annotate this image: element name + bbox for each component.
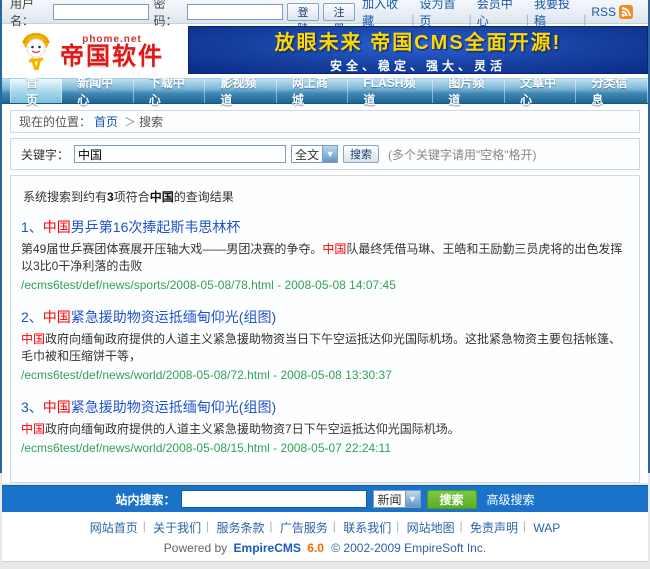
version-label: 6.0 <box>307 541 324 555</box>
result-description: 第49届世乒赛团体赛展开压轴大戏——男团决赛的争夺。中国队最终凭借马琳、王皓和王… <box>21 241 629 275</box>
search-hint: (多个关键字请用"空格"格开) <box>388 146 537 163</box>
ad-banner[interactable]: 放眼未来 帝国CMS全面开源! 安全、稳定、强大、灵活 <box>188 26 648 74</box>
search-result-item: 1、中国男乒第16次捧起斯韦思林杯 第49届世乒赛团体赛展开压轴大戏——男团决赛… <box>21 217 629 292</box>
empirecms-brand: EmpireCMS <box>234 541 301 555</box>
member-center-link[interactable]: 会员中心 <box>470 0 527 29</box>
chevron-down-icon: ▼ <box>322 146 337 162</box>
banner-title: 放眼未来 帝国CMS全面开源! <box>275 26 562 55</box>
result-url[interactable]: /ecms6test/def/news/sports/2008-05-08/78… <box>21 278 629 292</box>
topbar-links: 加入收藏 设为首页 会员中心 我要投稿 RSS <box>355 0 640 29</box>
site-search-bar: 站内搜索： 新闻 ▼ 搜索 高级搜索 <box>2 485 648 512</box>
search-form: 关键字： 全文 ▼ 搜索 (多个关键字请用"空格"格开) <box>10 138 640 170</box>
page: 用户名： 密码： 登陆 注册 加入收藏 设为首页 会员中心 我要投稿 RSS <box>0 0 650 473</box>
keyword-input[interactable] <box>74 145 286 163</box>
nav-tab-video[interactable]: 影视频道 <box>205 79 277 103</box>
main-nav: 首页 新闻中心 下载中心 影视频道 网上商城 FLASH频道 图片频道 文章中心… <box>2 78 648 104</box>
breadcrumb-current: 搜索 <box>139 113 163 130</box>
footer-link-home[interactable]: 网站首页 <box>84 521 144 535</box>
search-button[interactable]: 搜索 <box>343 145 379 163</box>
content: 现在的位置： 首页 ＞ 搜索 关键字： 全文 ▼ 搜索 (多个关键字请用"空格"… <box>2 104 648 483</box>
footer: 网站首页 关于我们 服务条款 广告服务 联系我们 网站地图 免责声明 WAP P… <box>2 512 648 561</box>
chevron-down-icon: ▼ <box>405 491 420 507</box>
footer-link-ads[interactable]: 广告服务 <box>274 521 334 535</box>
nav-tab-home[interactable]: 首页 <box>10 79 62 103</box>
results-summary: 系统搜索到约有3项符合中国的查询结果 <box>23 188 629 205</box>
powered-by: Powered by EmpireCMS 6.0 © 2002-2009 Emp… <box>2 541 648 555</box>
topbar: 用户名： 密码： 登陆 注册 加入收藏 设为首页 会员中心 我要投稿 RSS <box>2 0 648 24</box>
footer-link-wap[interactable]: WAP <box>527 521 566 535</box>
results-panel: 系统搜索到约有3项符合中国的查询结果 1、中国男乒第16次捧起斯韦思林杯 第49… <box>10 175 640 483</box>
site-search-label: 站内搜索： <box>115 491 175 508</box>
breadcrumb-separator: ＞ <box>124 113 136 130</box>
nav-tab-photo[interactable]: 图片频道 <box>433 79 505 103</box>
site-search-input[interactable] <box>181 490 367 508</box>
submit-article-link[interactable]: 我要投稿 <box>527 0 584 29</box>
result-url[interactable]: /ecms6test/def/news/world/2008-05-08/15.… <box>21 441 629 455</box>
breadcrumb: 现在的位置： 首页 ＞ 搜索 <box>10 110 640 133</box>
result-title-link[interactable]: 3、中国紧急援助物资运抵缅甸仰光(组图) <box>21 397 629 417</box>
nav-tab-mall[interactable]: 网上商城 <box>277 79 349 103</box>
nav-tab-classified[interactable]: 分类信息 <box>576 79 648 103</box>
banner-subtitle: 安全、稳定、强大、灵活 <box>330 57 506 74</box>
search-result-item: 3、中国紧急援助物资运抵缅甸仰光(组图) 中国政府向缅甸政府提供的人道主义紧急援… <box>21 397 629 455</box>
result-description: 中国政府向缅甸政府提供的人道主义紧急援助物资当日下午空运抵达仰光国际机场。这批紧… <box>21 331 629 365</box>
header: phome.net 帝国软件 放眼未来 帝国CMS全面开源! 安全、稳定、强大、… <box>2 24 648 78</box>
search-scope-select[interactable]: 全文 ▼ <box>291 145 338 163</box>
nav-tab-download[interactable]: 下载中心 <box>134 79 206 103</box>
logo-name: 帝国软件 <box>60 45 164 69</box>
add-favorite-link[interactable]: 加入收藏 <box>355 0 412 29</box>
logo-text: phome.net 帝国软件 <box>60 34 164 69</box>
advanced-search-link[interactable]: 高级搜索 <box>487 491 535 508</box>
result-description: 中国政府向缅甸政府提供的人道主义紧急援助物资7日下午空运抵达仰光国际机场。 <box>21 421 629 438</box>
rss-icon <box>619 5 633 19</box>
login-button[interactable]: 登陆 <box>287 3 319 21</box>
bottom-strip <box>2 561 648 569</box>
footer-link-terms[interactable]: 服务条款 <box>211 521 271 535</box>
search-result-item: 2、中国紧急援助物资运抵缅甸仰光(组图) 中国政府向缅甸政府提供的人道主义紧急援… <box>21 307 629 382</box>
logo-mascot-icon <box>18 28 54 74</box>
site-search-button[interactable]: 搜索 <box>427 490 477 509</box>
copyright-text: © 2002-2009 EmpireSoft Inc. <box>331 541 486 555</box>
result-url[interactable]: /ecms6test/def/news/world/2008-05-08/72.… <box>21 368 629 382</box>
register-button[interactable]: 注册 <box>323 3 355 21</box>
password-input[interactable] <box>187 4 283 20</box>
footer-links: 网站首页 关于我们 服务条款 广告服务 联系我们 网站地图 免责声明 WAP <box>2 519 648 536</box>
username-input[interactable] <box>53 4 149 20</box>
breadcrumb-home-link[interactable]: 首页 <box>94 113 118 130</box>
site-search-scope-select[interactable]: 新闻 ▼ <box>373 490 420 508</box>
breadcrumb-prefix: 现在的位置： <box>19 113 91 130</box>
footer-link-contact[interactable]: 联系我们 <box>337 521 397 535</box>
nav-tab-news[interactable]: 新闻中心 <box>62 79 134 103</box>
result-title-link[interactable]: 2、中国紧急援助物资运抵缅甸仰光(组图) <box>21 307 629 327</box>
rss-link[interactable]: RSS <box>584 5 640 19</box>
nav-tab-flash[interactable]: FLASH频道 <box>348 79 433 103</box>
set-homepage-link[interactable]: 设为首页 <box>412 0 469 29</box>
result-title-link[interactable]: 1、中国男乒第16次捧起斯韦思林杯 <box>21 217 629 237</box>
keyword-label: 关键字： <box>21 146 69 163</box>
footer-link-disclaimer[interactable]: 免责声明 <box>464 521 524 535</box>
nav-tab-article[interactable]: 文章中心 <box>505 79 577 103</box>
footer-link-about[interactable]: 关于我们 <box>147 521 207 535</box>
footer-link-sitemap[interactable]: 网站地图 <box>401 521 461 535</box>
site-logo[interactable]: phome.net 帝国软件 <box>2 24 188 78</box>
